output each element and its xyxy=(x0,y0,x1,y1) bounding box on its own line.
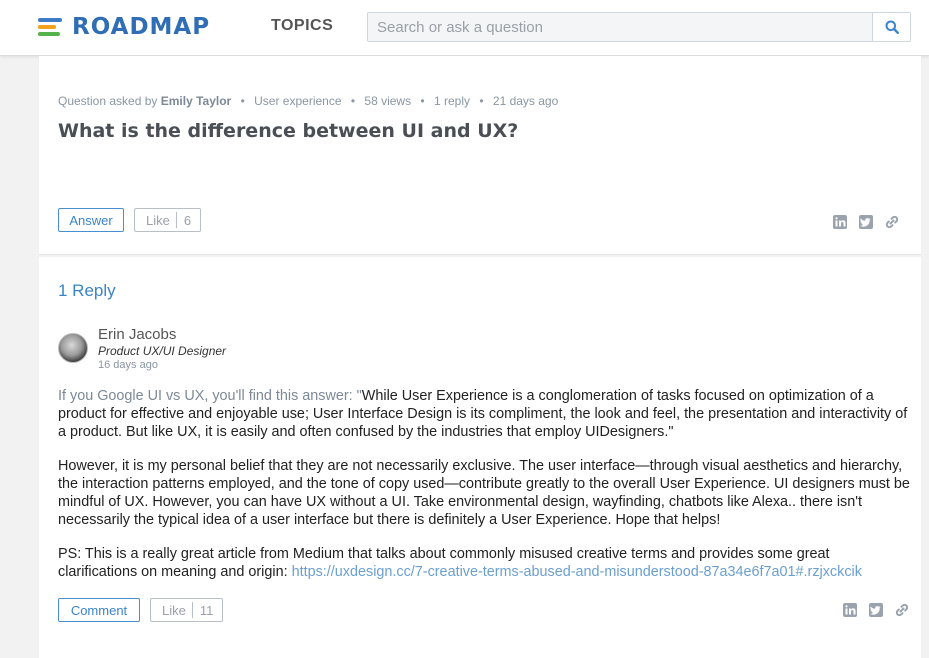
search-button[interactable] xyxy=(872,13,910,41)
brand-name: ROADMAP xyxy=(72,14,211,40)
roadmap-logo[interactable]: ROADMAP xyxy=(38,13,210,41)
question-meta: Question asked by Emily Taylor • User ex… xyxy=(58,94,559,108)
question-reply-count: 1 reply xyxy=(433,94,470,108)
article-link[interactable]: https://uxdesign.cc/7-creative-terms-abu… xyxy=(292,564,862,580)
search-icon xyxy=(885,20,899,34)
answer-button[interactable]: Answer xyxy=(58,208,124,232)
reply-body: If you Google UI vs UX, you'll find this… xyxy=(58,387,910,597)
reply-count-heading: 1 Reply xyxy=(58,281,116,300)
meta-prefix: Question asked by xyxy=(58,94,158,108)
reply-paragraph: If you Google UI vs UX, you'll find this… xyxy=(58,387,910,441)
question-like-button[interactable]: Like 6 xyxy=(134,208,202,232)
replies-card: 1 Reply Erin Jacobs Product UX/UI Design… xyxy=(39,257,921,658)
top-navigation-bar: ROADMAP TOPICS xyxy=(0,0,929,56)
question-category[interactable]: User experience xyxy=(254,94,341,108)
link-icon[interactable] xyxy=(884,214,900,230)
comment-button[interactable]: Comment xyxy=(58,598,140,622)
question-share-icons xyxy=(832,214,900,230)
reply-paragraph: However, it is my personal belief that t… xyxy=(58,458,910,528)
linkedin-icon[interactable] xyxy=(842,602,858,618)
reply-author-role: Product UX/UI Designer xyxy=(98,344,227,358)
twitter-icon[interactable] xyxy=(858,214,874,230)
question-views: 58 views xyxy=(364,94,412,108)
reply-quote-lead: If you Google UI vs UX, you'll find this… xyxy=(58,388,362,404)
search-bar xyxy=(367,12,911,42)
reply-author-name[interactable]: Erin Jacobs xyxy=(98,326,176,343)
like-count: 6 xyxy=(183,212,192,228)
question-age: 21 days ago xyxy=(492,94,559,108)
avatar[interactable] xyxy=(58,333,88,363)
reply-paragraph: PS: This is a really great article from … xyxy=(58,545,910,581)
question-card: Question asked by Emily Taylor • User ex… xyxy=(39,56,921,255)
topics-link[interactable]: TOPICS xyxy=(271,17,333,35)
like-count: 11 xyxy=(199,602,214,618)
like-label: Like xyxy=(162,602,186,618)
like-label: Like xyxy=(146,212,170,228)
logo-mark-icon xyxy=(38,17,64,37)
reply-like-button[interactable]: Like 11 xyxy=(150,598,224,622)
reply-share-icons xyxy=(842,602,910,618)
twitter-icon[interactable] xyxy=(868,602,884,618)
question-title: What is the difference between UI and UX… xyxy=(58,120,519,142)
search-input[interactable] xyxy=(368,13,873,41)
reply-age: 16 days ago xyxy=(98,359,158,371)
link-icon[interactable] xyxy=(894,602,910,618)
linkedin-icon[interactable] xyxy=(832,214,848,230)
question-author[interactable]: Emily Taylor xyxy=(161,94,231,108)
